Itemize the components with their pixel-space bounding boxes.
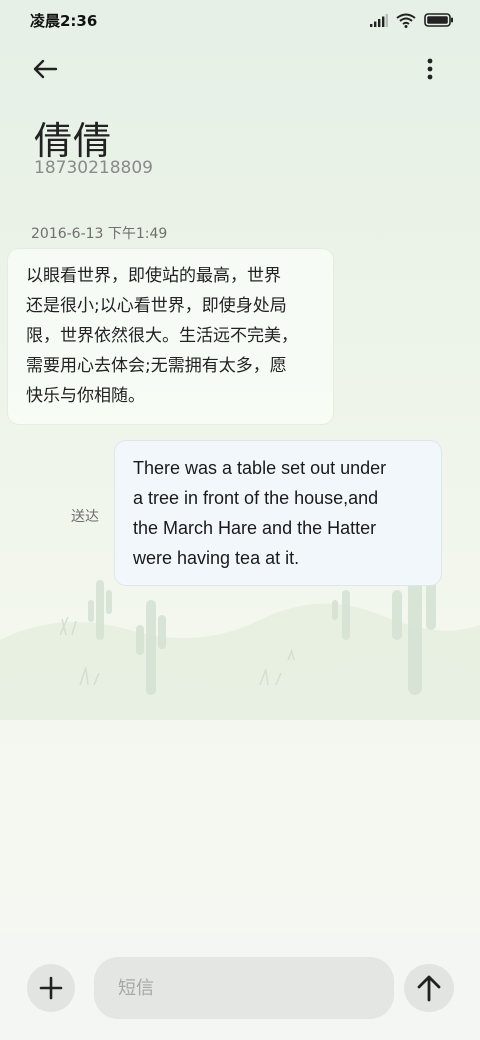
message-line: 快乐与你相随。 bbox=[26, 386, 145, 406]
plus-icon bbox=[39, 976, 63, 1000]
send-button[interactable] bbox=[404, 964, 454, 1012]
top-bar bbox=[0, 46, 480, 92]
status-time: 凌晨2:36 bbox=[30, 11, 98, 30]
outgoing-message-bubble[interactable]: There was a table set out under a tree i… bbox=[114, 440, 442, 586]
attach-button[interactable] bbox=[27, 964, 75, 1012]
message-line: 限，世界依然很大。生活远不完美， bbox=[26, 326, 298, 346]
contact-name: 倩倩 bbox=[34, 119, 113, 163]
send-arrow-up-icon bbox=[417, 975, 441, 1002]
message-composer bbox=[0, 934, 480, 1040]
message-timestamp: 2016-6-13 下午1:49 bbox=[31, 226, 168, 242]
message-input[interactable] bbox=[94, 957, 394, 1019]
message-line: a tree in front of the house,and bbox=[133, 488, 379, 508]
message-line: 需要用心去体会;无需拥有太多，愿 bbox=[26, 356, 287, 376]
message-line: were having tea at it. bbox=[133, 548, 300, 568]
signal-icon bbox=[370, 13, 388, 27]
contact-number: 18730218809 bbox=[34, 158, 153, 178]
message-line: the March Hare and the Hatter bbox=[133, 518, 377, 538]
more-vertical-icon bbox=[427, 58, 433, 80]
delivery-status: 送达 bbox=[71, 509, 99, 525]
battery-icon bbox=[424, 13, 453, 27]
status-icons bbox=[370, 13, 454, 28]
back-button[interactable] bbox=[30, 54, 70, 84]
message-line: There was a table set out under bbox=[133, 458, 387, 478]
status-bar: 凌晨2:36 bbox=[0, 0, 480, 40]
incoming-message-bubble[interactable]: 以眼看世界，即使站的最高，世界 还是很小;以心看世界，即使身处局 限，世界依然很… bbox=[7, 248, 334, 425]
more-options-button[interactable] bbox=[414, 54, 446, 84]
wifi-icon bbox=[396, 13, 416, 28]
message-line: 还是很小;以心看世界，即使身处局 bbox=[26, 296, 287, 316]
message-line: 以眼看世界，即使站的最高，世界 bbox=[26, 266, 281, 286]
back-arrow-icon bbox=[33, 59, 58, 79]
